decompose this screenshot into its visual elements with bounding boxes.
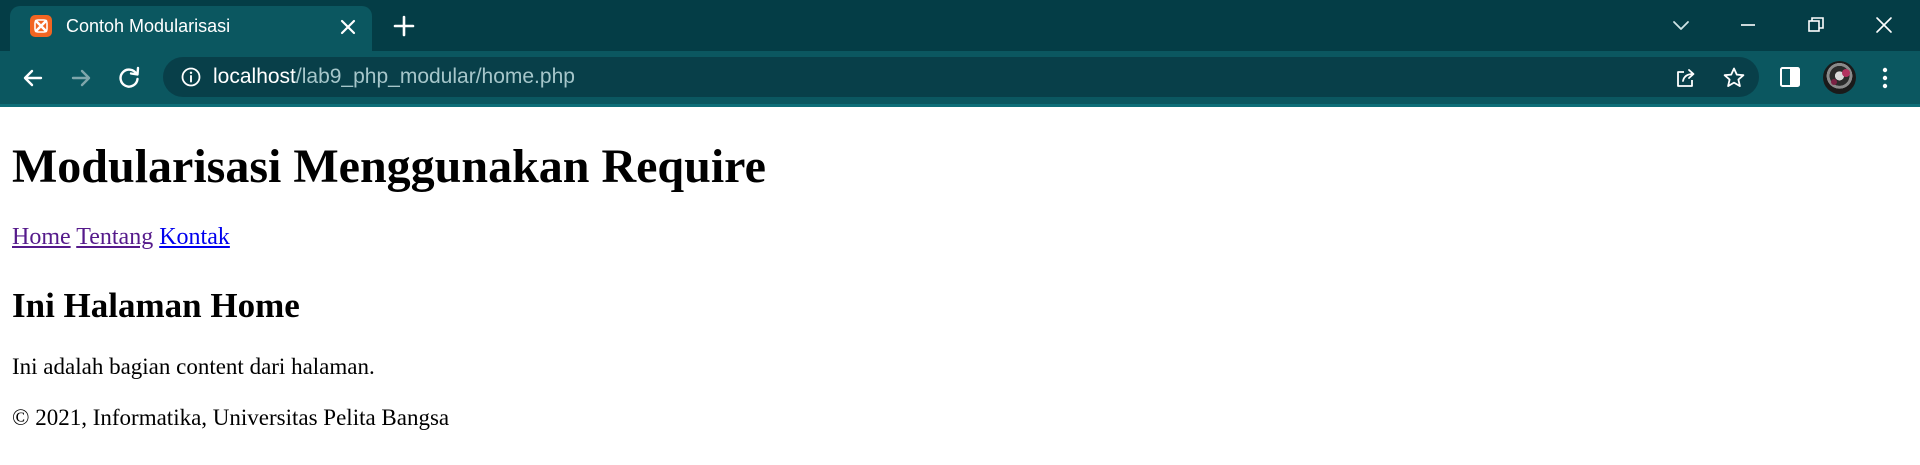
url-host: localhost — [213, 65, 296, 88]
page-title: Modularisasi Menggunakan Require — [12, 140, 766, 193]
kebab-menu-icon[interactable] — [1878, 64, 1892, 92]
back-arrow-icon[interactable] — [19, 64, 47, 92]
profile-avatar[interactable] — [1823, 61, 1856, 94]
close-window-icon[interactable] — [1871, 12, 1897, 38]
site-nav: Home Tentang Kontak — [12, 223, 230, 251]
web-page: Modularisasi Menggunakan Require Home Te… — [0, 107, 1920, 465]
browser-tab-active[interactable]: Contoh Modularisasi — [10, 6, 372, 51]
nav-link-home[interactable]: Home — [12, 224, 71, 250]
bookmark-star-icon[interactable] — [1721, 65, 1747, 91]
share-icon[interactable] — [1673, 65, 1699, 91]
url-text[interactable]: localhost/lab9_php_modular/home.php — [213, 65, 575, 89]
browser-toolbar: localhost/lab9_php_modular/home.php — [0, 51, 1920, 104]
url-path: /lab9_php_modular/home.php — [295, 65, 575, 88]
browser-tabstrip: Contoh Modularisasi — [0, 0, 1920, 51]
address-bar[interactable]: localhost/lab9_php_modular/home.php — [163, 57, 1759, 97]
new-tab-plus-icon[interactable] — [391, 13, 417, 39]
reload-icon[interactable] — [115, 64, 143, 92]
site-info-icon[interactable] — [180, 66, 202, 88]
nav-link-tentang[interactable]: Tentang — [76, 224, 153, 250]
side-panel-icon[interactable] — [1777, 64, 1803, 90]
tab-search-chevron-icon[interactable] — [1668, 12, 1694, 38]
footer-text: © 2021, Informatika, Universitas Pelita … — [12, 405, 450, 430]
tab-title: Contoh Modularisasi — [66, 16, 231, 36]
restore-icon[interactable] — [1803, 12, 1829, 38]
close-tab-icon[interactable] — [336, 15, 360, 39]
xampp-icon — [30, 15, 52, 37]
minimize-icon[interactable] — [1735, 12, 1761, 38]
content-paragraph: Ini adalah bagian content dari halaman. — [12, 354, 375, 379]
nav-link-kontak[interactable]: Kontak — [159, 224, 230, 250]
section-heading: Ini Halaman Home — [12, 286, 300, 325]
forward-arrow-icon[interactable] — [67, 64, 95, 92]
